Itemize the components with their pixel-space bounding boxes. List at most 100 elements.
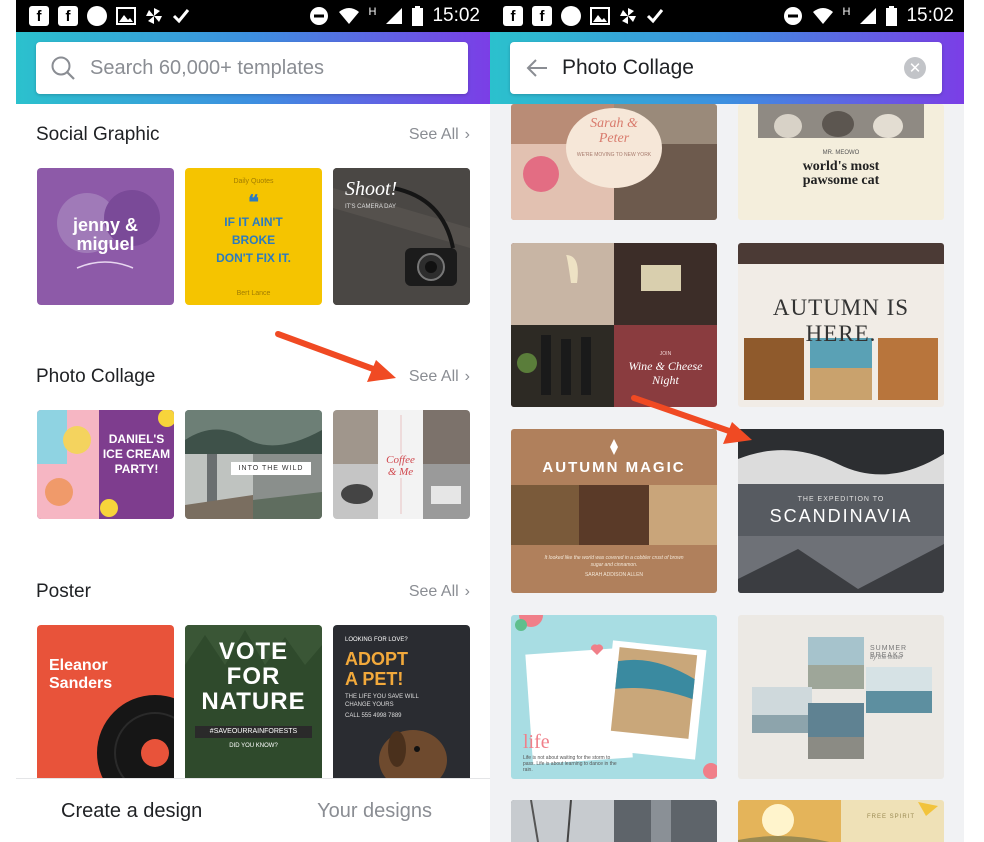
see-all-link[interactable]: See All › (409, 126, 470, 144)
wifi-icon (338, 7, 360, 25)
notification-dot-icon (87, 6, 107, 26)
pinwheel-icon (619, 7, 637, 25)
facebook-icon: f (532, 6, 552, 26)
chevron-right-icon: › (464, 126, 470, 143)
chevron-right-icon: › (464, 368, 470, 385)
tile-title: Eleanor Sanders (49, 657, 113, 692)
tile-small: by the water (870, 655, 903, 661)
tile-title: Sarah & Peter (590, 116, 638, 146)
template-tile-autumn-magic[interactable]: AUTUMN MAGIC It looked like the world wa… (511, 429, 717, 593)
tile-small: It looked like the world was covered in … (544, 555, 684, 568)
template-tile-summer-breaks[interactable]: SUMMER BREAKS by the water (738, 615, 944, 779)
see-all-link[interactable]: See All › (409, 368, 470, 386)
clear-search-icon[interactable]: ✕ (904, 57, 926, 79)
facebook-icon: f (58, 6, 78, 26)
right-screen: f f H 15:02 Photo Collage ✕ Sarah & Pete… (490, 0, 964, 842)
facebook-icon: f (503, 6, 523, 26)
tile-title: ADOPT A PET! (345, 649, 408, 689)
check-icon (646, 7, 664, 25)
template-tile-wine-cheese[interactable]: JOIN Wine & Cheese Night (511, 243, 717, 407)
check-icon (172, 7, 190, 25)
search-input[interactable]: Photo Collage ✕ (510, 42, 942, 94)
tile-small-top: LOOKING FOR LOVE? (345, 637, 408, 643)
do-not-disturb-icon (309, 6, 329, 26)
search-header: Photo Collage ✕ (490, 32, 964, 104)
battery-icon (886, 6, 898, 26)
tile-small-top: THE EXPEDITION TO (797, 496, 885, 503)
image-icon (116, 7, 136, 25)
template-tile-vote-for-nature[interactable]: VOTE FOR NATURE #SAVEOURRAINFORESTS DID YO… (185, 625, 322, 785)
template-tile-eleanor-sanders[interactable]: Eleanor Sanders (37, 625, 174, 785)
create-a-design-tab[interactable]: Create a design (61, 800, 202, 823)
tile-title: INTO THE WILD (231, 462, 311, 475)
search-icon (50, 55, 76, 81)
notification-dot-icon (561, 6, 581, 26)
tile-title: VOTE FOR NATURE (201, 638, 306, 715)
template-tile-adopt-a-pet[interactable]: LOOKING FOR LOVE? ADOPT A PET! THE LIFE Y… (333, 625, 470, 785)
tile-small-top: MR. MEOWO (822, 150, 860, 156)
tile-small: THE LIFE YOU SAVE WILL CHANGE YOURS (345, 694, 419, 708)
template-tile-ice-cream-party[interactable]: DANIEL'S ICE CREAM PARTY! (37, 410, 174, 519)
tile-small-bottom: SARAH ADDISON ALLEN (584, 572, 644, 578)
template-tile-shoot[interactable]: Shoot! IT'S CAMERA DAY (333, 168, 470, 305)
template-tile-into-the-wild[interactable]: INTO THE WILD (185, 410, 322, 519)
back-arrow-icon[interactable] (526, 58, 548, 78)
search-placeholder: Search 60,000+ templates (90, 56, 325, 79)
tile-title: AUTUMN IS HERE. (772, 295, 910, 346)
tile-title: AUTUMN MAGIC (542, 459, 686, 476)
tile-title: world's most pawsome cat (802, 159, 880, 188)
image-icon (590, 7, 610, 25)
tile-small-bottom: DID YOU KNOW? (229, 743, 278, 749)
tile-small: Life is not about waiting for the storm … (523, 755, 617, 773)
tile-title: jenny & miguel (72, 215, 138, 254)
search-query: Photo Collage (562, 56, 694, 79)
signal-icon (859, 7, 877, 25)
template-tile-winter-trees[interactable] (511, 800, 717, 842)
tile-title: life (523, 731, 550, 753)
template-tile-dont-fix-it[interactable]: Daily Quotes ❝ IF IT AIN'T BROKE DON'T FIX… (185, 168, 322, 305)
left-screen: f f H 15:02 Search 60,000+ templates Soc… (16, 0, 490, 842)
your-designs-tab[interactable]: Your designs (317, 800, 432, 823)
template-tile-jenny-miguel[interactable]: jenny & miguel (37, 168, 174, 305)
wifi-icon (812, 7, 834, 25)
template-tile-free-spirit[interactable]: FREE SPIRIT (738, 800, 944, 842)
tile-title: Wine & Cheese Night (628, 359, 703, 387)
tile-small-bottom: Bert Lance (236, 290, 271, 297)
section-title: Poster (36, 581, 91, 602)
tile-title: SCANDINAVIA (769, 506, 913, 526)
section-header-social-graphic: Social Graphic See All › (36, 124, 470, 146)
quote-icon: ❝ (248, 192, 259, 214)
template-tile-scandinavia[interactable]: THE EXPEDITION TO SCANDINAVIA (738, 429, 944, 593)
tile-title: DANIEL'S ICE CREAM PARTY! (102, 432, 171, 476)
search-header: Search 60,000+ templates (16, 32, 490, 104)
template-tile-life[interactable]: life Life is not about waiting for the s… (511, 615, 717, 779)
template-tile-coffee-and-me[interactable]: Coffee & Me (333, 410, 470, 519)
clock: 15:02 (906, 5, 954, 26)
tile-small: WE'RE MOVING TO NEW YORK (576, 152, 652, 158)
see-all-label: See All (408, 126, 459, 143)
battery-icon (412, 6, 424, 26)
network-type-label: H (842, 6, 851, 18)
section-header-poster: Poster See All › (36, 581, 470, 603)
section-header-photo-collage: Photo Collage See All › (36, 366, 470, 388)
tile-title: Coffee & Me (378, 454, 423, 478)
search-input[interactable]: Search 60,000+ templates (36, 42, 468, 94)
tile-small-top: Daily Quotes (233, 178, 274, 185)
facebook-icon: f (29, 6, 49, 26)
section-title: Social Graphic (36, 124, 160, 145)
signal-icon (385, 7, 403, 25)
template-tile-sarah-peter[interactable]: Sarah & Peter WE'RE MOVING TO NEW YORK (511, 104, 717, 220)
status-bar: f f H 15:02 (16, 0, 490, 32)
bottom-nav: Create a design Your designs (16, 778, 490, 842)
see-all-link[interactable]: See All › (409, 583, 470, 601)
chevron-right-icon: › (464, 583, 470, 600)
section-title: Photo Collage (36, 366, 156, 387)
template-tile-autumn-is-here[interactable]: AUTUMN IS HERE. (738, 243, 944, 407)
tile-title: IF IT AIN'T BROKE DON'T FIX IT. (216, 215, 291, 265)
tile-small: IT'S CAMERA DAY (345, 204, 397, 210)
tile-small: #SAVEOURRAINFORESTS (195, 726, 312, 738)
template-tile-pawsome-cat[interactable]: MR. MEOWO world's most pawsome cat (738, 104, 944, 220)
tile-small-top: JOIN (659, 351, 672, 357)
see-all-label: See All (408, 368, 459, 385)
pinwheel-icon (145, 7, 163, 25)
